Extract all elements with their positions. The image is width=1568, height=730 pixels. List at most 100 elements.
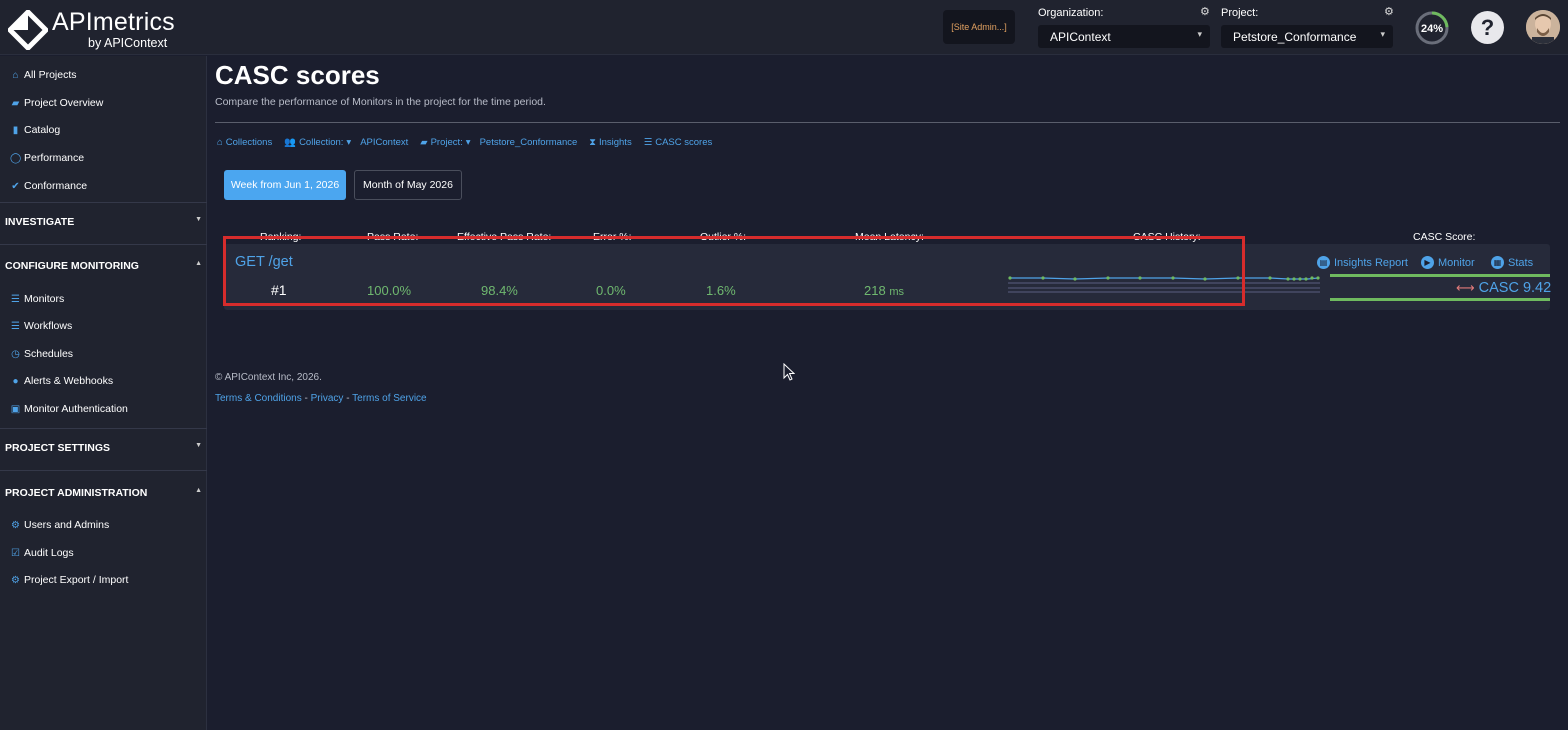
history-point bbox=[1236, 276, 1240, 280]
column-mean-latency: Mean Latency: bbox=[855, 231, 924, 243]
caret-up-icon: ▲ bbox=[195, 487, 202, 494]
action-label: Insights Report bbox=[1334, 256, 1408, 269]
page-subtitle: Compare the performance of Monitors in t… bbox=[215, 96, 546, 108]
breadcrumb-label: Collections bbox=[225, 137, 273, 148]
footer-separator: - bbox=[304, 393, 308, 404]
sidebar-item-monitor-authentication[interactable]: ▣ Monitor Authentication bbox=[10, 402, 128, 416]
history-point bbox=[1310, 276, 1314, 280]
logo-subtitle: by APIContext bbox=[88, 36, 168, 50]
section-project-administration[interactable]: PROJECT ADMINISTRATION ▲ bbox=[5, 487, 202, 499]
history-point bbox=[1298, 277, 1302, 281]
sidebar-item-label: Schedules bbox=[24, 348, 74, 360]
terms-of-service-link[interactable]: Terms of Service bbox=[352, 393, 426, 404]
user-avatar-icon bbox=[1526, 10, 1560, 44]
sidebar-item-project-export-import[interactable]: ⚙ Project Export / Import bbox=[10, 573, 128, 587]
help-button[interactable]: ? bbox=[1471, 11, 1504, 44]
section-configure-monitoring[interactable]: CONFIGURE MONITORING ▲ bbox=[5, 260, 202, 272]
sidebar-item-audit-logs[interactable]: ☑ Audit Logs bbox=[10, 546, 74, 560]
divider bbox=[0, 244, 207, 245]
casc-score-value: CASC 9.42 bbox=[1478, 280, 1552, 296]
usage-percent: 24% bbox=[1421, 23, 1443, 35]
project-gear-icon[interactable]: ⚙ bbox=[1384, 5, 1394, 18]
report-icon: ▤ bbox=[1317, 256, 1330, 269]
monitor-name-link[interactable]: GET /get bbox=[235, 254, 293, 270]
history-point bbox=[1041, 276, 1045, 280]
home-icon: ⌂ bbox=[12, 69, 19, 81]
sidebar-item-label: Workflows bbox=[24, 320, 73, 332]
casc-history-sparkline[interactable] bbox=[1008, 270, 1320, 296]
section-project-settings[interactable]: PROJECT SETTINGS ▼ bbox=[5, 442, 202, 454]
list-icon: ☰ bbox=[643, 137, 653, 148]
sidebar-item-conformance[interactable]: ✔ Conformance bbox=[10, 179, 87, 193]
gear-icon: ⚙ bbox=[11, 519, 20, 531]
column-outlier: Outlier %: bbox=[700, 231, 747, 243]
breadcrumb-value: Petstore_Conformance bbox=[479, 137, 578, 148]
usage-ring[interactable]: 24% bbox=[1414, 10, 1450, 46]
organization-value: APIContext bbox=[1050, 29, 1111, 44]
column-ranking: Ranking: bbox=[260, 231, 302, 243]
clock-icon: ◷ bbox=[11, 348, 20, 360]
history-point bbox=[1292, 277, 1296, 281]
sidebar-item-label: Conformance bbox=[24, 180, 88, 192]
project-select[interactable]: Petstore_Conformance ▾ bbox=[1221, 25, 1393, 48]
insights-report-link[interactable]: ▤ Insights Report bbox=[1317, 256, 1408, 269]
period-month-button[interactable]: Month of May 2026 bbox=[354, 170, 462, 200]
pass-rate-value: 100.0% bbox=[367, 283, 412, 298]
breadcrumb-label: Project: bbox=[430, 137, 463, 148]
outlier-value: 1.6% bbox=[706, 283, 736, 298]
organization-select[interactable]: APIContext ▾ bbox=[1038, 25, 1210, 48]
sidebar-item-project-overview[interactable]: ▰ Project Overview bbox=[10, 96, 104, 110]
footer-links: Terms & Conditions - Privacy - Terms of … bbox=[215, 393, 427, 404]
column-error: Error %: bbox=[593, 231, 632, 243]
breadcrumb-collection[interactable]: 👥 Collection: ▾ APIContext bbox=[284, 137, 408, 148]
stats-link[interactable]: ▦ Stats bbox=[1491, 256, 1533, 269]
logo-diamond-icon bbox=[8, 10, 48, 50]
casc-score[interactable]: ⟷ CASC 9.42 bbox=[1456, 280, 1551, 296]
caret-down-icon: ▼ bbox=[195, 216, 202, 223]
sidebar-item-performance[interactable]: ◯ Performance bbox=[10, 151, 84, 165]
sidebar-item-all-projects[interactable]: ⌂ All Projects bbox=[10, 68, 76, 82]
period-week-button[interactable]: Week from Jun 1, 2026 bbox=[224, 170, 346, 200]
project-label: Project: bbox=[1221, 7, 1259, 19]
site-admin-button[interactable]: [Site Admin...] bbox=[943, 10, 1015, 44]
history-point bbox=[1203, 277, 1207, 281]
breadcrumb-label: Collection: bbox=[299, 137, 344, 148]
sidebar-item-users-admins[interactable]: ⚙ Users and Admins bbox=[10, 518, 109, 532]
effective-pass-rate-value: 98.4% bbox=[481, 283, 518, 298]
sidebar-item-label: Project Overview bbox=[24, 97, 104, 109]
footer-separator: - bbox=[346, 393, 350, 404]
column-casc-history: CASC History: bbox=[1133, 231, 1201, 243]
privacy-link[interactable]: Privacy bbox=[311, 393, 344, 404]
breadcrumb-value: APIContext bbox=[360, 137, 409, 148]
breadcrumb-insights[interactable]: ⧗ Insights bbox=[589, 137, 631, 148]
home-icon: ⌂ bbox=[217, 137, 223, 148]
project-value: Petstore_Conformance bbox=[1233, 29, 1357, 44]
sidebar-item-alerts-webhooks[interactable]: ● Alerts & Webhooks bbox=[10, 374, 113, 388]
breadcrumb-project[interactable]: ▰ Project: ▾ Petstore_Conformance bbox=[420, 137, 577, 148]
sidebar-item-catalog[interactable]: ▮ Catalog bbox=[10, 123, 60, 137]
sidebar-item-label: Alerts & Webhooks bbox=[24, 375, 114, 387]
divider bbox=[0, 428, 207, 429]
sidebar-item-label: Catalog bbox=[24, 124, 61, 136]
sidebar-item-monitors[interactable]: ☰ Monitors bbox=[10, 292, 64, 306]
play-icon: ▶ bbox=[1421, 256, 1434, 269]
terms-conditions-link[interactable]: Terms & Conditions bbox=[215, 393, 302, 404]
history-point bbox=[1008, 276, 1012, 280]
caret-down-icon: ▾ bbox=[465, 137, 471, 148]
sidebar-item-workflows[interactable]: ☰ Workflows bbox=[10, 319, 72, 333]
section-investigate[interactable]: INVESTIGATE ▼ bbox=[5, 216, 202, 228]
page-title: CASC scores bbox=[215, 60, 380, 90]
history-point bbox=[1268, 276, 1272, 280]
globe-icon: ● bbox=[12, 375, 19, 387]
organization-gear-icon[interactable]: ⚙ bbox=[1200, 5, 1210, 18]
sidebar-item-schedules[interactable]: ◷ Schedules bbox=[10, 347, 73, 361]
apimetrics-logo[interactable]: APImetrics by APIContext bbox=[8, 8, 188, 50]
avatar[interactable] bbox=[1526, 10, 1560, 44]
logo-title: APImetrics bbox=[52, 8, 175, 36]
breadcrumb-casc-scores[interactable]: ☰ CASC scores bbox=[644, 137, 713, 148]
latency-unit: ms bbox=[889, 286, 904, 298]
monitor-link[interactable]: ▶ Monitor bbox=[1421, 256, 1475, 269]
breadcrumb-collections[interactable]: ⌂ Collections bbox=[217, 137, 272, 148]
action-label: Stats bbox=[1508, 256, 1534, 269]
divider bbox=[0, 202, 207, 203]
